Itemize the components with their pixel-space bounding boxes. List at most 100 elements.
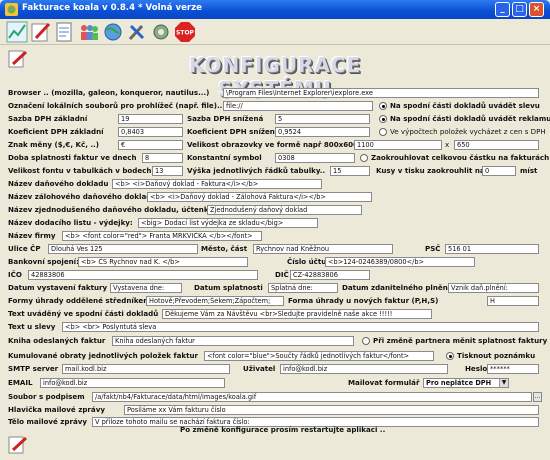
calc-with-vat-label: Ve výpočtech položek vycházet z cen s DP… (390, 127, 546, 136)
password-label: Heslo (465, 364, 488, 373)
due-date-field[interactable]: Splatná dne: (268, 283, 338, 293)
email-label: EMAIL (8, 378, 33, 387)
const-symbol-field[interactable]: 0308 (275, 153, 355, 163)
main-toolbar: STOP (0, 19, 550, 45)
invoice-book-label: Kniha odeslaných faktur (8, 336, 106, 345)
font-size-label: Velikost fontu v tabulkách v bodech (8, 166, 152, 175)
partner-change-label: Při změně partnera měnit splatnost faktu… (373, 336, 550, 345)
street-field[interactable]: Dlouhá Ves 125 (48, 244, 198, 254)
bottom-discount-label: Na spodní části dokladů uvádět slevu (390, 101, 540, 110)
currency-field[interactable]: € (118, 140, 183, 150)
browse-button[interactable]: ... (533, 392, 542, 402)
restart-note: Po změně konfigurace prosím restartujte … (180, 425, 386, 434)
vat-base-field[interactable]: 19 (118, 114, 183, 124)
browser-field[interactable]: \Program Files\Internet Explorer\iexplor… (223, 88, 539, 98)
tax-doc-name-field[interactable]: <b> <i>Daňový doklad - Faktura</i></b> (112, 179, 322, 189)
globe-icon[interactable] (102, 21, 124, 43)
delivery-note-field[interactable]: <big> Dodací list výdejka ze skladu</big… (138, 218, 318, 228)
issue-date-field[interactable]: Vystavena dne: (110, 283, 182, 293)
taxable-date-field[interactable]: Vznik daň.plnění: (448, 283, 539, 293)
payment-forms-label: Formy úhrady oddělené středníkem.. (8, 296, 156, 305)
screen-height-field[interactable]: 650 (454, 140, 539, 150)
const-symbol-label: Konstantní symbol (187, 153, 262, 162)
local-files-field[interactable]: file:// (223, 101, 373, 111)
default-payment-label: Forma úhrady u nových faktur (P,H,S) (288, 296, 439, 305)
stop-label: STOP (176, 30, 195, 37)
stop-icon[interactable]: STOP (174, 21, 196, 43)
simple-doc-name-field[interactable]: Zjednodušený daňový doklad (207, 205, 362, 215)
tax-doc-name-label: Název daňového dokladu (8, 179, 109, 188)
smtp-field[interactable]: mail.kodl.biz (62, 364, 230, 374)
qty-round-field[interactable]: 0 (482, 166, 516, 176)
calc-with-vat-radio[interactable] (379, 128, 387, 136)
minimize-button[interactable]: _ (495, 2, 510, 17)
invoice-book-field[interactable]: Kniha odeslaných faktur (112, 336, 354, 346)
cumulative-field[interactable]: <font color="blue">Součty řádků jednotli… (204, 351, 434, 361)
browser-label: Browser .. (mozilla, galeon, konqueror, … (8, 88, 210, 97)
dic-field[interactable]: CZ-42883806 (290, 270, 370, 280)
round-total-radio[interactable] (360, 154, 368, 162)
vat-reduced-field[interactable]: 5 (275, 114, 370, 124)
screen-size-x: x (445, 140, 450, 149)
row-height-field[interactable]: 15 (330, 166, 370, 176)
account-field[interactable]: <b>124-0246389/0800</b> (325, 257, 475, 267)
mail-body-label: Tělo mailové zprávy (8, 417, 88, 426)
signature-file-field[interactable]: /a/fakt/nb4/Fakturace/data/html/images/k… (92, 392, 532, 402)
tools-icon[interactable] (126, 21, 148, 43)
gear-icon[interactable] (150, 21, 172, 43)
dic-label: DIČ (275, 270, 289, 279)
mail-header-field[interactable]: Posíláme xx Vám fakturu číslo (124, 405, 539, 415)
edit-pen-icon[interactable] (8, 50, 28, 68)
pen-icon[interactable] (30, 21, 52, 43)
print-note-radio[interactable] (446, 352, 454, 360)
ico-field[interactable]: 42883806 (28, 270, 258, 280)
default-payment-field[interactable]: H (487, 296, 539, 306)
zip-label: PSČ (425, 244, 441, 253)
ico-label: IČO (8, 270, 22, 279)
bottom-text-label: Text uváděný ve spodní části dokladů (8, 309, 159, 318)
due-date-label: Datum splatnosti (194, 283, 263, 292)
screen-width-field[interactable]: 1100 (354, 140, 442, 150)
config-form: Browser .. (mozilla, galeon, konqueror, … (0, 86, 550, 427)
bottom-ad-label: Na spodní části dokladů uvádět reklamu (390, 114, 550, 123)
window-titlebar: Fakturace koala v 0.8.4 * Volná verze _ … (0, 0, 550, 19)
round-total-label: Zaokrouhlovat celkovou částku na fakturá… (371, 153, 550, 162)
password-field[interactable]: ****** (487, 364, 539, 374)
city-field[interactable]: Rychnov nad Kněžnou (253, 244, 393, 254)
coef-base-field[interactable]: 0,8403 (118, 127, 183, 137)
email-field[interactable]: info@kodl.biz (40, 378, 225, 388)
advance-doc-name-field[interactable]: <b> <i>Daňový doklad - Zálohová Faktura<… (147, 192, 372, 202)
company-name-field[interactable]: <b> <font color="red"> Franta MRKVIČKA <… (62, 231, 262, 241)
chart-icon[interactable] (6, 21, 28, 43)
people-icon[interactable] (78, 21, 100, 43)
coef-reduced-field[interactable]: 0,9524 (275, 127, 370, 137)
bank-label: Bankovní spojení: (8, 257, 79, 266)
due-days-field[interactable]: 8 (142, 153, 183, 163)
screen-size-label: Velikost obrazovky ve formě např 800x600 (187, 140, 359, 149)
zip-field[interactable]: 516 01 (445, 244, 539, 254)
print-note-label: Tisknout poznámku (457, 351, 536, 360)
bottom-discount-radio[interactable] (379, 102, 387, 110)
vat-reduced-label: Sazba DPH snížená (187, 114, 264, 123)
payment-forms-field[interactable]: Hotově;Převodem;Šekem;Zápočtem; (146, 296, 284, 306)
row-height-label: Výška jednotlivých řádků tabulky.. (187, 166, 326, 175)
bottom-ad-radio[interactable] (379, 115, 387, 123)
mail-header-label: Hlavička mailové zprávy (8, 405, 105, 414)
document-icon[interactable] (54, 21, 76, 43)
discount-text-field[interactable]: <b> <br> Poslyntutá sleva (62, 322, 539, 332)
user-label: Uživatel (243, 364, 276, 373)
mail-form-select[interactable]: Pro neplátce DPH ▼ (423, 378, 509, 388)
bank-field[interactable]: <b> ČS Rychnov nad K. </b> (78, 257, 248, 267)
delivery-note-label: Název dodacího listu - výdejky: (8, 218, 133, 227)
font-size-field[interactable]: 13 (152, 166, 183, 176)
koala-app-icon (5, 3, 18, 16)
local-files-label: Označení lokálních souborů pro prohlížeč… (8, 101, 223, 110)
simple-doc-name-label: Název zjednodušeného daňového dokladu, ú… (8, 205, 218, 214)
bottom-text-field[interactable]: Děkujeme Vám za Návštěvu <br>Sledujte pr… (162, 309, 432, 319)
maximize-button[interactable]: □ (512, 2, 527, 17)
page-title: KONFIGURACE SYSTÉMU (188, 53, 362, 101)
edit-pen-icon-bottom[interactable] (8, 436, 28, 454)
user-field[interactable]: info@kodl.biz (280, 364, 448, 374)
close-button[interactable]: × (529, 2, 544, 17)
partner-change-radio[interactable] (362, 337, 370, 345)
